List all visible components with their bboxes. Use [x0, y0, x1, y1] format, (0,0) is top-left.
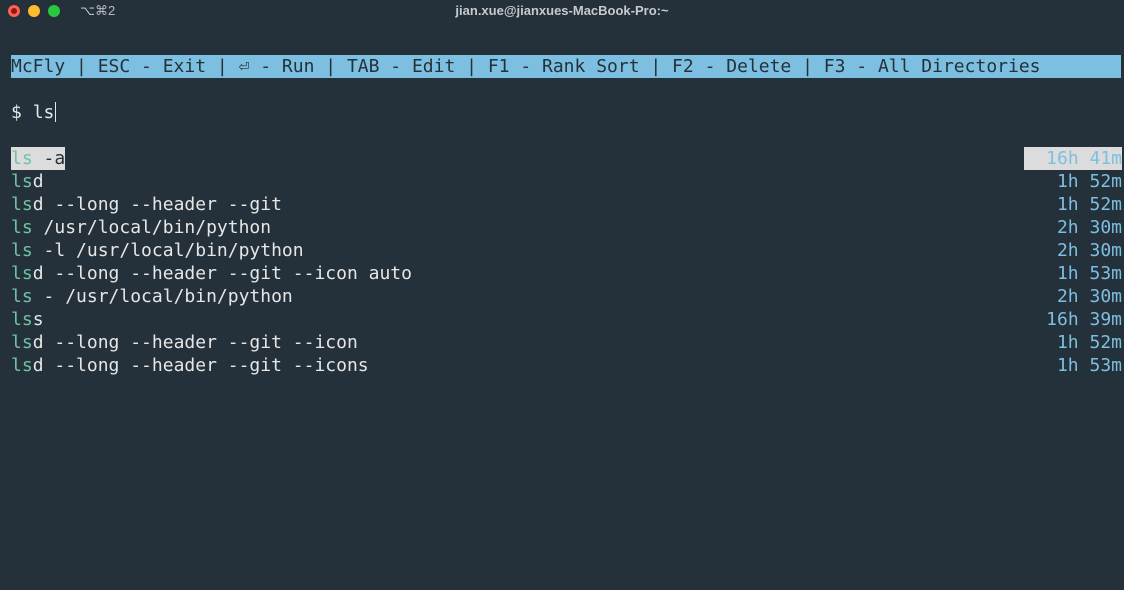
history-command: ls - /usr/local/bin/python — [11, 285, 293, 308]
history-command: lss — [11, 308, 44, 331]
command-rest: /usr/local/bin/python — [32, 217, 272, 238]
command-match: ls — [11, 355, 33, 376]
prompt-symbol: $ — [11, 102, 22, 123]
history-row[interactable]: ls -l /usr/local/bin/python 2h 30m — [11, 239, 1122, 262]
command-match: ls — [11, 263, 33, 284]
history-row[interactable]: lsd --long --header --git --icon 1h 52m — [11, 331, 1122, 354]
command-rest: s — [32, 309, 44, 330]
command-match: ls — [11, 148, 33, 169]
command-rest: -l /usr/local/bin/python — [32, 240, 304, 261]
command-match: ls — [11, 286, 33, 307]
text-cursor — [55, 102, 57, 122]
history-command: ls /usr/local/bin/python — [11, 216, 271, 239]
history-row[interactable]: ls -a 16h 41m — [11, 147, 1122, 170]
command-match: ls — [11, 240, 33, 261]
history-command: lsd --long --header --git — [11, 193, 282, 216]
history-time: 16h 41m — [1024, 147, 1122, 170]
command-match: ls — [11, 309, 33, 330]
command-rest: d --long --header --git — [32, 194, 282, 215]
history-command: lsd --long --header --git --icons — [11, 354, 369, 377]
title-bar: ⌥⌘2 jian.xue@jianxues-MacBook-Pro:~ — [0, 0, 1124, 24]
history-command: lsd --long --header --git --icon — [11, 331, 358, 354]
command-match: ls — [11, 171, 33, 192]
command-match: ls — [11, 194, 33, 215]
history-row[interactable]: ls /usr/local/bin/python 2h 30m — [11, 216, 1122, 239]
command-rest: d --long --header --git --icons — [32, 355, 369, 376]
history-command: ls -a — [11, 147, 66, 170]
history-row[interactable]: ls - /usr/local/bin/python 2h 30m — [11, 285, 1122, 308]
history-time: 16h 39m — [1046, 309, 1122, 330]
command-rest: -a — [32, 148, 66, 169]
command-rest: d --long --header --git --icon auto — [32, 263, 412, 284]
command-match: ls — [11, 217, 33, 238]
history-time: 2h 30m — [1056, 286, 1122, 307]
history-time: 1h 52m — [1056, 332, 1122, 353]
history-time: 1h 53m — [1056, 355, 1122, 376]
search-prompt[interactable]: $ ls — [11, 101, 57, 124]
command-rest: d --long --header --git --icon — [32, 332, 358, 353]
history-time: 1h 52m — [1056, 194, 1122, 215]
command-rest: d — [32, 171, 44, 192]
history-command: lsd --long --header --git --icon auto — [11, 262, 412, 285]
window-title: jian.xue@jianxues-MacBook-Pro:~ — [455, 3, 669, 18]
history-time: 2h 30m — [1056, 217, 1122, 238]
history-row[interactable]: lsd --long --header --git --icons 1h 53m — [11, 354, 1122, 377]
command-rest: - /usr/local/bin/python — [32, 286, 293, 307]
history-row[interactable]: lsd --long --header --git --icon auto 1h … — [11, 262, 1122, 285]
history-command: lsd — [11, 170, 44, 193]
history-time: 1h 53m — [1056, 263, 1122, 284]
history-time: 1h 52m — [1056, 171, 1122, 192]
search-query[interactable]: ls — [33, 102, 55, 123]
history-row[interactable]: lsd 1h 52m — [11, 170, 1122, 193]
command-match: ls — [11, 332, 33, 353]
history-row[interactable]: lsd --long --header --git 1h 52m — [11, 193, 1122, 216]
mcfly-help-bar: McFly | ESC - Exit | ⏎ - Run | TAB - Edi… — [11, 55, 1121, 78]
history-row[interactable]: lss 16h 39m — [11, 308, 1122, 331]
history-time: 2h 30m — [1056, 240, 1122, 261]
terminal-window: ⌥⌘2 jian.xue@jianxues-MacBook-Pro:~ McFl… — [0, 0, 1124, 590]
history-results-list: ls -a 16h 41m lsd 1h 52m lsd --long --head… — [11, 147, 1122, 377]
history-command: ls -l /usr/local/bin/python — [11, 239, 304, 262]
